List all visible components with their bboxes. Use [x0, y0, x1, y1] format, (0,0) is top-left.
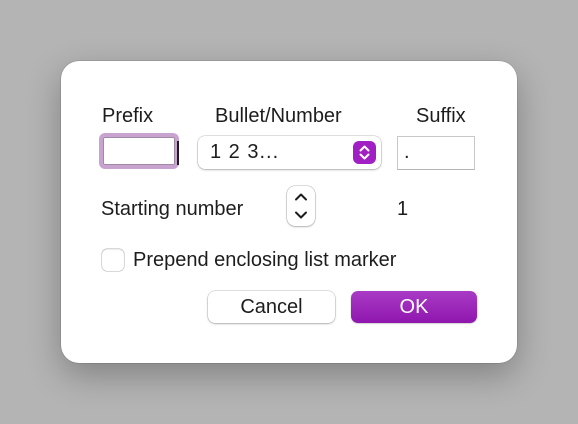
prefix-label: Prefix — [102, 105, 154, 127]
chevron-down-icon — [295, 211, 307, 219]
starting-number-value: 1 — [397, 198, 409, 220]
stepper-increment-button[interactable] — [287, 186, 315, 206]
cancel-button[interactable]: Cancel — [208, 291, 335, 323]
prefix-input[interactable] — [104, 138, 174, 162]
list-marker-dialog: Prefix Bullet/Number Suffix 1 2 3... Sta… — [61, 61, 517, 363]
bullet-number-selected-value: 1 2 3... — [210, 141, 280, 163]
chevron-up-icon — [295, 193, 307, 201]
text-caret — [177, 141, 179, 165]
starting-number-stepper[interactable] — [287, 186, 315, 226]
prepend-enclosing-marker-label[interactable]: Prepend enclosing list marker — [133, 248, 396, 272]
prefix-field[interactable] — [99, 133, 179, 169]
prepend-enclosing-marker-checkbox[interactable] — [102, 249, 124, 271]
bullet-number-select[interactable]: 1 2 3... — [198, 136, 381, 169]
suffix-field[interactable] — [397, 136, 480, 170]
ok-button[interactable]: OK — [351, 291, 477, 323]
chevron-up-down-icon — [353, 141, 376, 164]
stepper-decrement-button[interactable] — [287, 206, 315, 226]
starting-number-label: Starting number — [101, 198, 244, 220]
suffix-input[interactable] — [398, 137, 480, 167]
suffix-label: Suffix — [416, 105, 466, 127]
bullet-number-label: Bullet/Number — [215, 105, 342, 127]
